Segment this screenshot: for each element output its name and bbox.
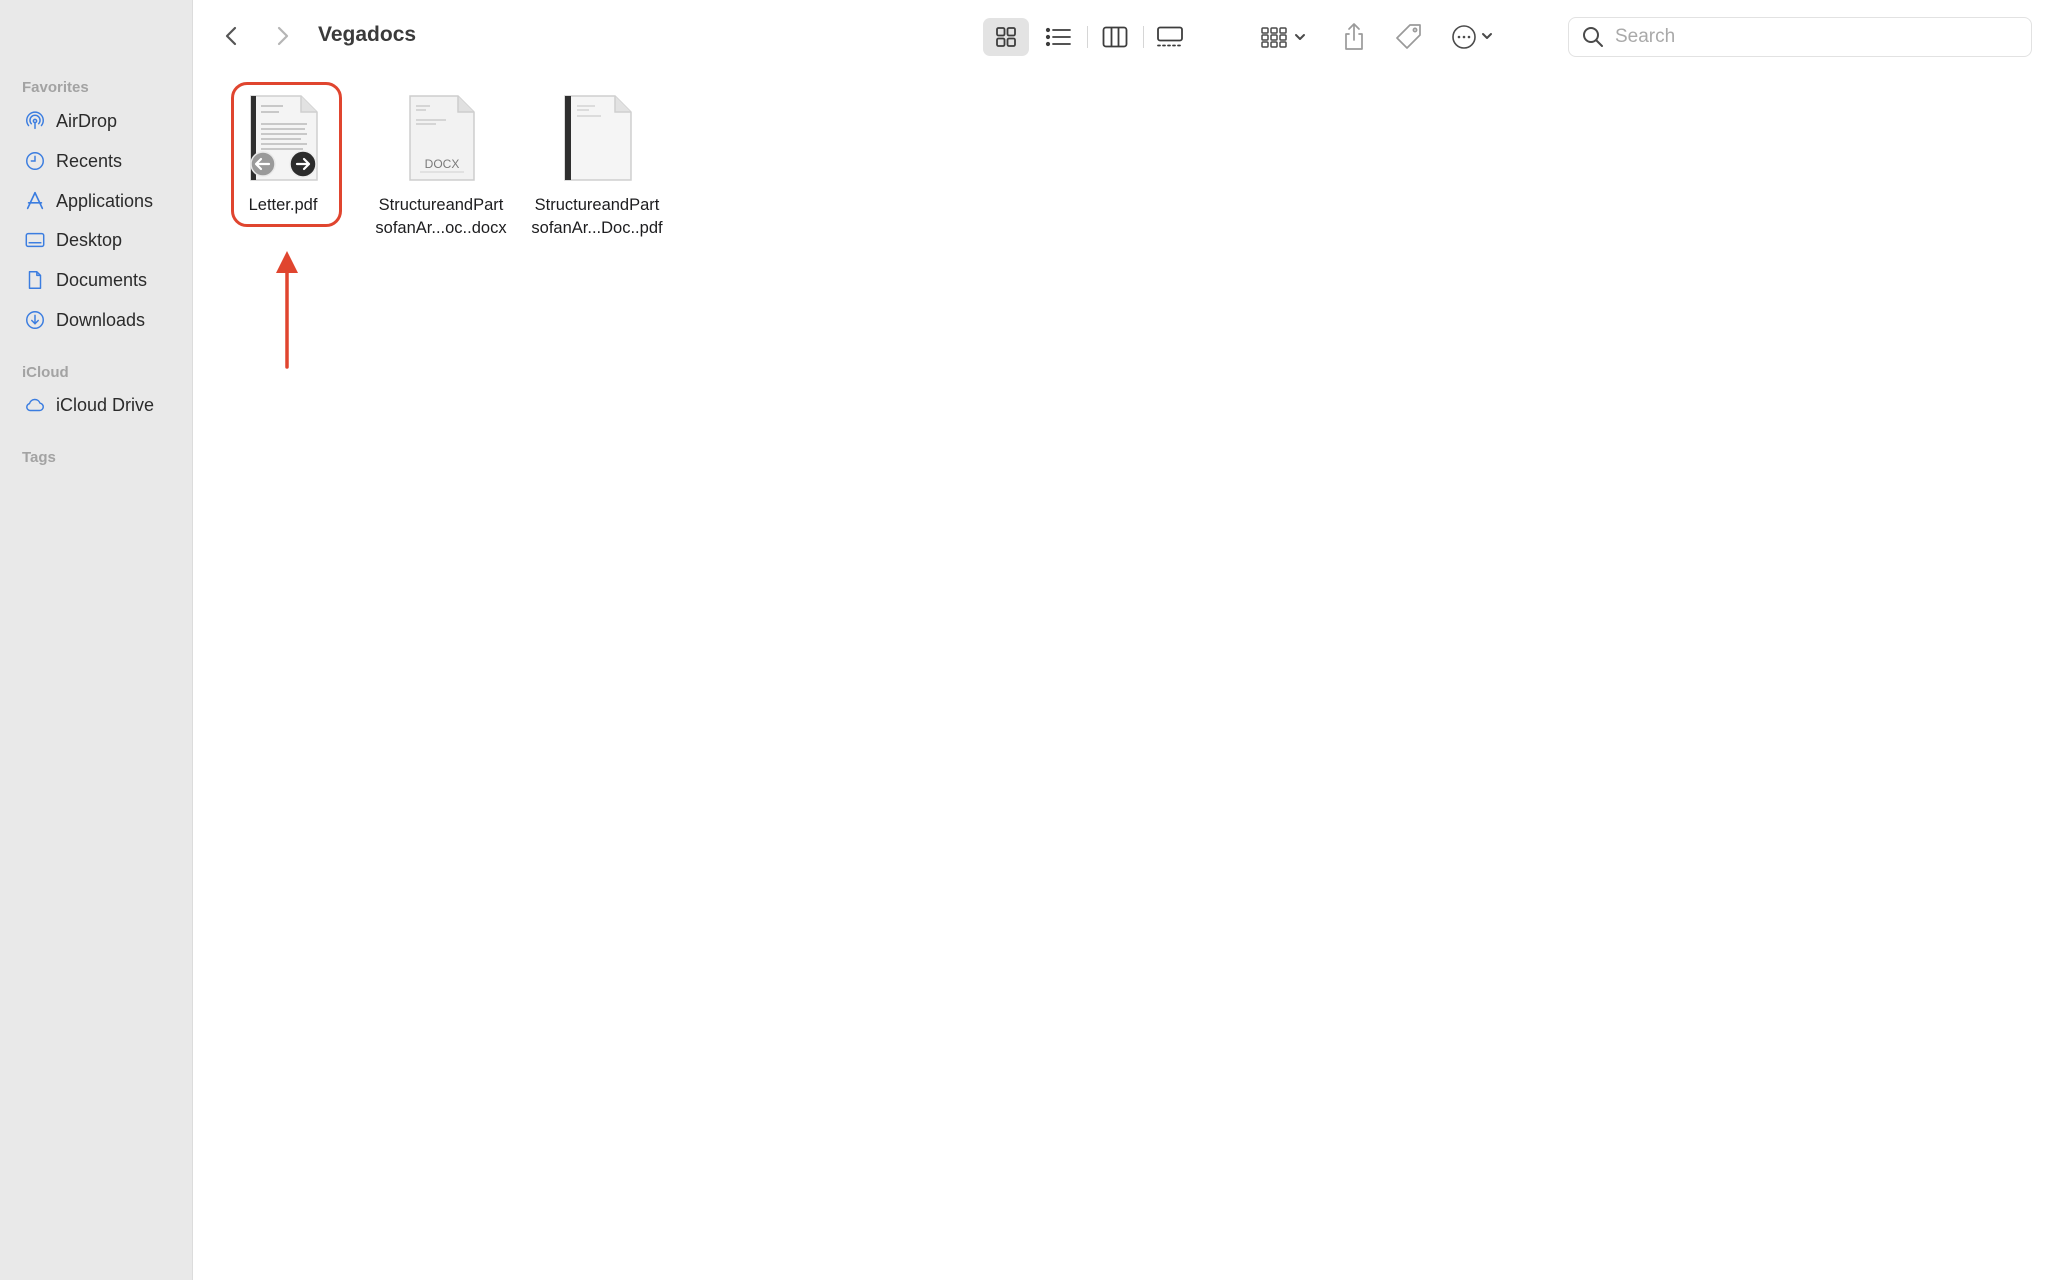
selection-highlight	[231, 82, 342, 227]
more-actions-button[interactable]	[1448, 18, 1508, 56]
column-view-button[interactable]	[1093, 18, 1137, 56]
airdrop-icon	[22, 108, 48, 134]
pdf-document-icon	[564, 95, 632, 181]
sidebar-item-desktop[interactable]: Desktop	[22, 223, 190, 257]
list-view-icon	[1045, 27, 1071, 47]
search-icon	[1583, 27, 1603, 47]
group-by-button[interactable]	[1258, 18, 1314, 56]
ellipsis-circle-icon	[1452, 25, 1492, 49]
share-button[interactable]	[1335, 18, 1373, 56]
cloud-icon	[22, 392, 48, 418]
document-icon	[22, 267, 48, 293]
download-icon	[22, 307, 48, 333]
sidebar-item-icloud-drive[interactable]: iCloud Drive	[22, 388, 190, 422]
sidebar-item-label: Downloads	[56, 309, 146, 330]
file-name-line2: sofanAr...oc..docx	[375, 219, 507, 237]
list-view-button[interactable]	[1036, 18, 1080, 56]
tags-heading: Tags	[22, 449, 56, 466]
file-name-line2: sofanAr...Doc..pdf	[531, 219, 663, 237]
annotation-arrow-icon	[276, 251, 298, 369]
file-item-pdf[interactable]: StructureandPart sofanAr...Doc..pdf	[517, 92, 677, 242]
file-item-docx[interactable]: DOCX StructureandPart sofanAr...oc..docx	[361, 92, 521, 242]
sidebar-item-label: iCloud Drive	[56, 394, 155, 415]
sidebar-item-label: Documents	[56, 269, 148, 290]
docx-document-icon: DOCX	[409, 95, 475, 181]
file-name-line1: StructureandPart	[378, 196, 504, 214]
gallery-view-button[interactable]	[1148, 18, 1192, 56]
column-view-icon	[1102, 26, 1128, 48]
search-field[interactable]	[1568, 17, 2032, 57]
icloud-heading: iCloud	[22, 364, 69, 381]
clock-icon	[22, 148, 48, 174]
icon-view-button[interactable]	[983, 18, 1029, 56]
tag-button[interactable]	[1389, 18, 1429, 56]
group-by-icon	[1261, 27, 1305, 48]
page-title: Vegadocs	[318, 23, 417, 46]
gallery-view-icon	[1157, 26, 1183, 47]
forward-button[interactable]	[266, 20, 298, 52]
sidebar-item-label: Desktop	[56, 229, 123, 250]
sidebar-item-label: AirDrop	[56, 110, 118, 131]
sidebar-item-label: Recents	[56, 150, 123, 171]
icon-view-icon	[996, 27, 1016, 47]
sidebar: Favorites AirDrop Recents Applications D…	[0, 0, 193, 1280]
sidebar-item-label: Applications	[56, 190, 154, 211]
tag-icon	[1396, 24, 1421, 49]
share-icon	[1345, 23, 1363, 50]
desktop-icon	[22, 227, 48, 253]
back-button[interactable]	[216, 20, 248, 52]
chevron-right-icon	[277, 26, 289, 46]
sidebar-item-applications[interactable]: Applications	[22, 184, 190, 218]
chevron-left-icon	[225, 26, 237, 46]
sidebar-item-documents[interactable]: Documents	[22, 263, 190, 297]
file-name-line1: StructureandPart	[534, 196, 660, 214]
search-input[interactable]	[1613, 25, 2017, 49]
applications-icon	[22, 188, 48, 214]
docx-badge-text: DOCX	[425, 157, 460, 171]
sidebar-item-airdrop[interactable]: AirDrop	[22, 104, 190, 138]
favorites-heading: Favorites	[22, 79, 89, 96]
sidebar-item-recents[interactable]: Recents	[22, 144, 190, 178]
toolbar-divider	[1087, 26, 1088, 48]
toolbar-divider	[1143, 26, 1144, 48]
sidebar-item-downloads[interactable]: Downloads	[22, 303, 190, 337]
